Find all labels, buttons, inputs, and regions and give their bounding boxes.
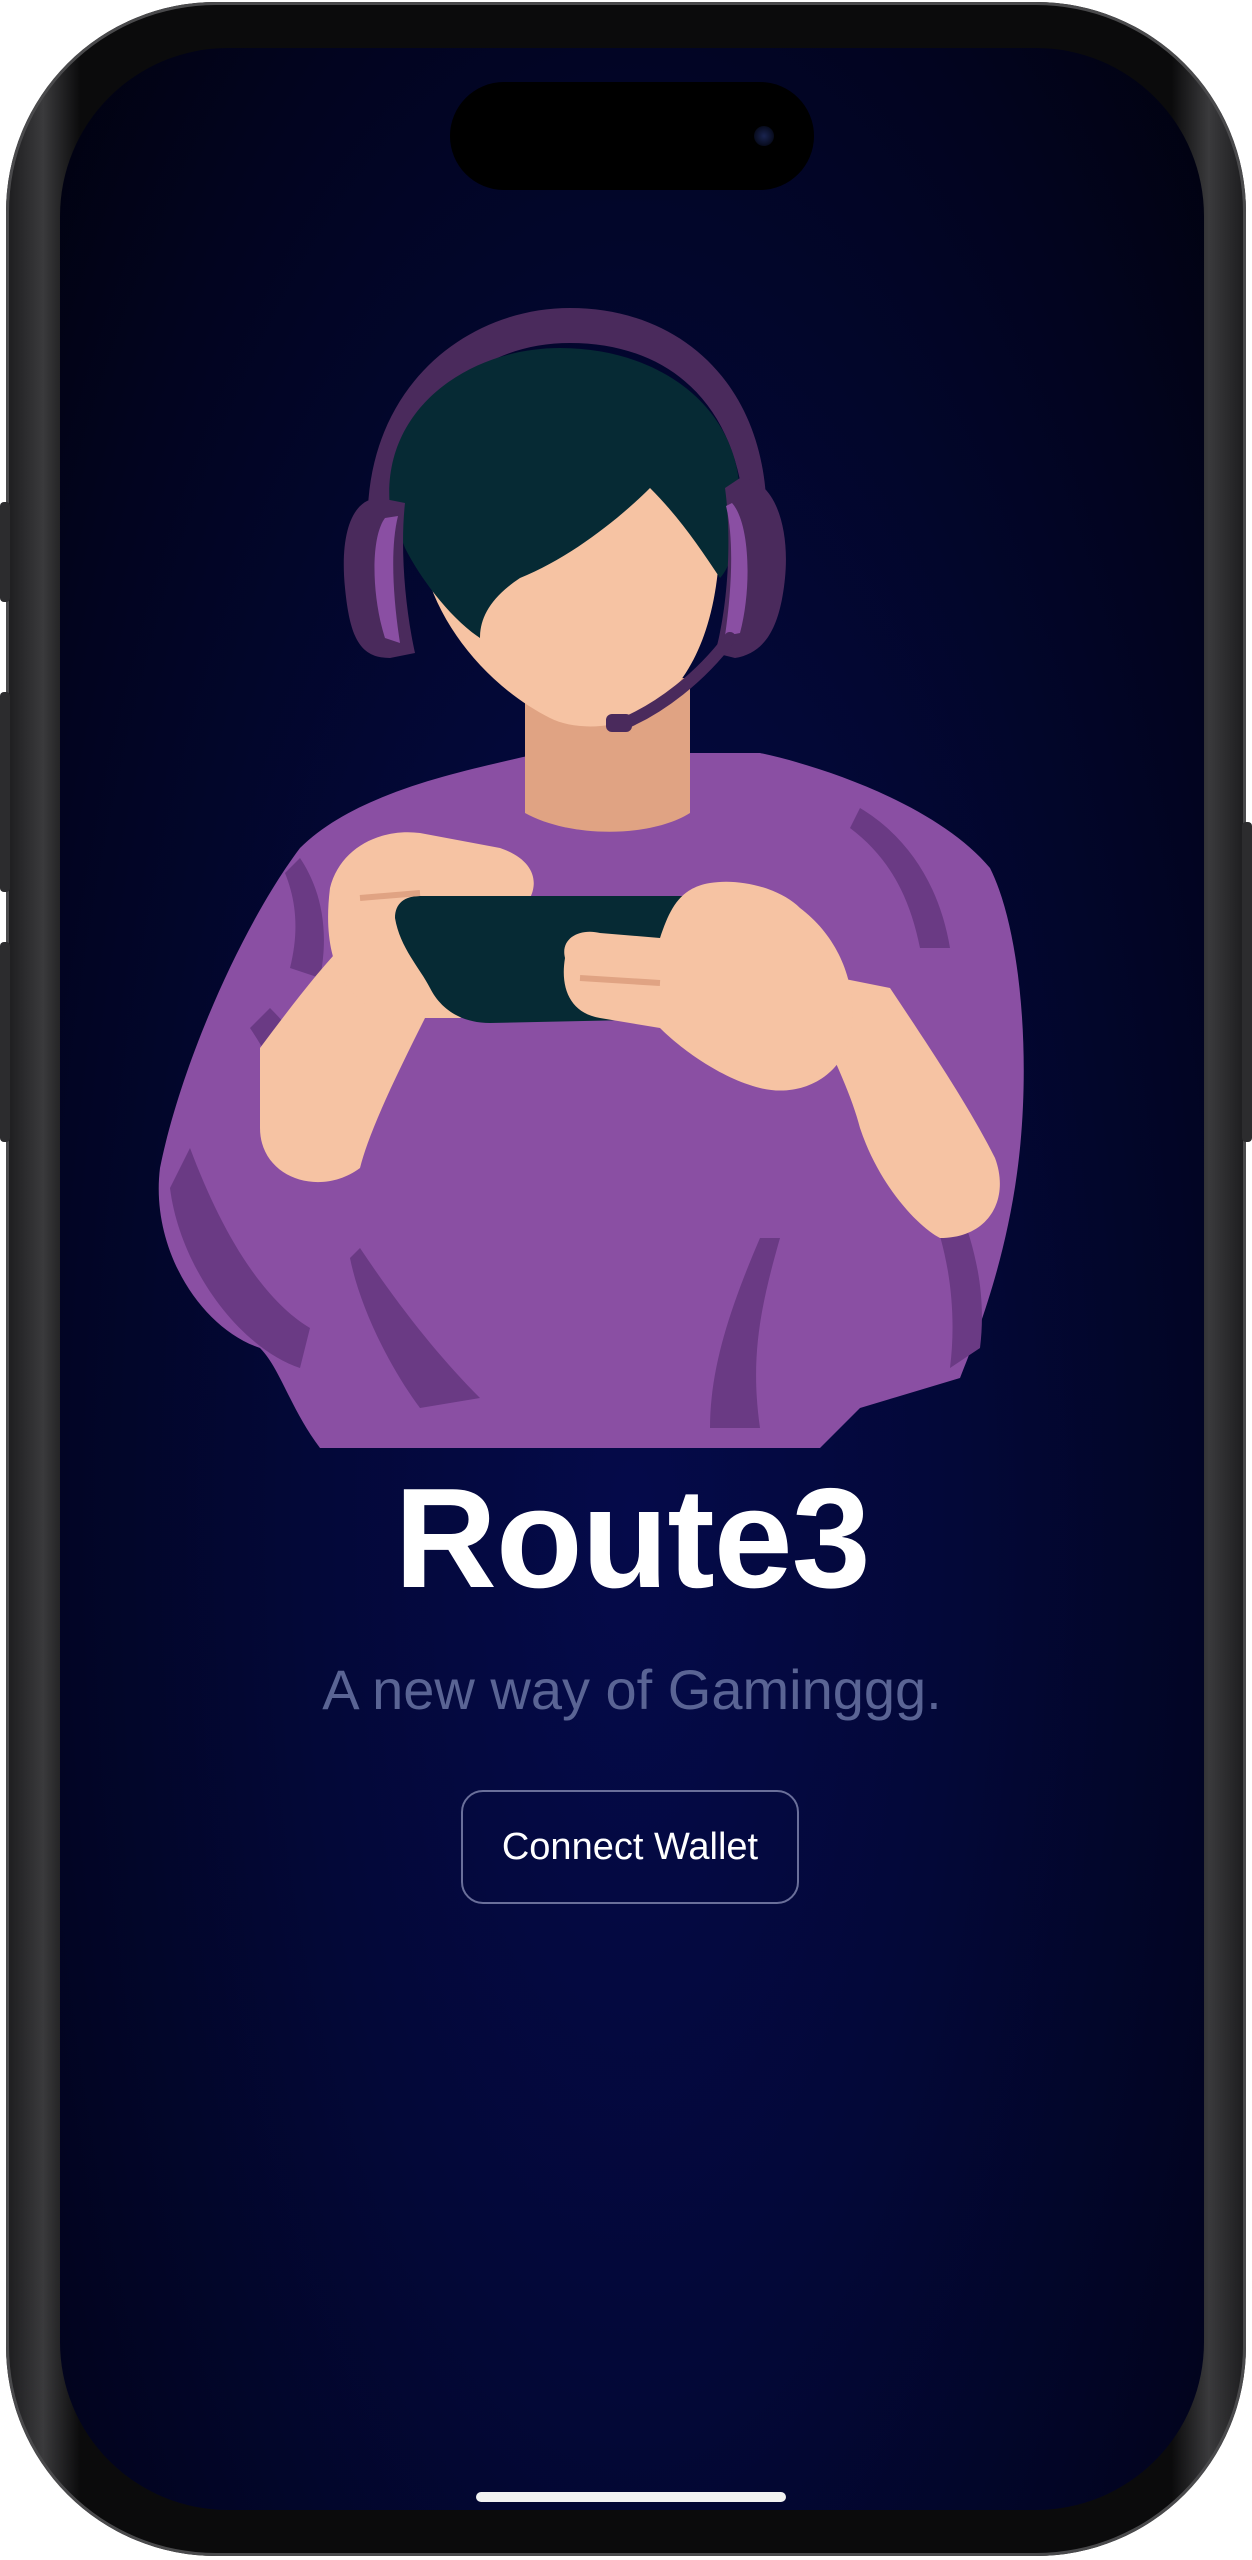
home-indicator[interactable] bbox=[476, 2492, 786, 2502]
headset-mic-tip bbox=[606, 714, 632, 732]
volume-up-button bbox=[0, 692, 10, 892]
app-screen: Route3 A new way of Gaminggg. Connect Wa… bbox=[60, 48, 1204, 2510]
power-button bbox=[1242, 822, 1252, 1142]
app-title: Route3 bbox=[394, 1459, 870, 1618]
action-button bbox=[0, 502, 10, 602]
connect-wallet-button[interactable]: Connect Wallet bbox=[461, 1790, 799, 1904]
dynamic-island bbox=[450, 82, 814, 190]
gamer-illustration bbox=[158, 308, 1024, 1448]
app-subtitle: A new way of Gaminggg. bbox=[322, 1658, 942, 1721]
phone-frame: Route3 A new way of Gaminggg. Connect Wa… bbox=[0, 2, 1252, 2556]
front-camera-icon bbox=[754, 126, 774, 146]
volume-down-button bbox=[0, 942, 10, 1142]
